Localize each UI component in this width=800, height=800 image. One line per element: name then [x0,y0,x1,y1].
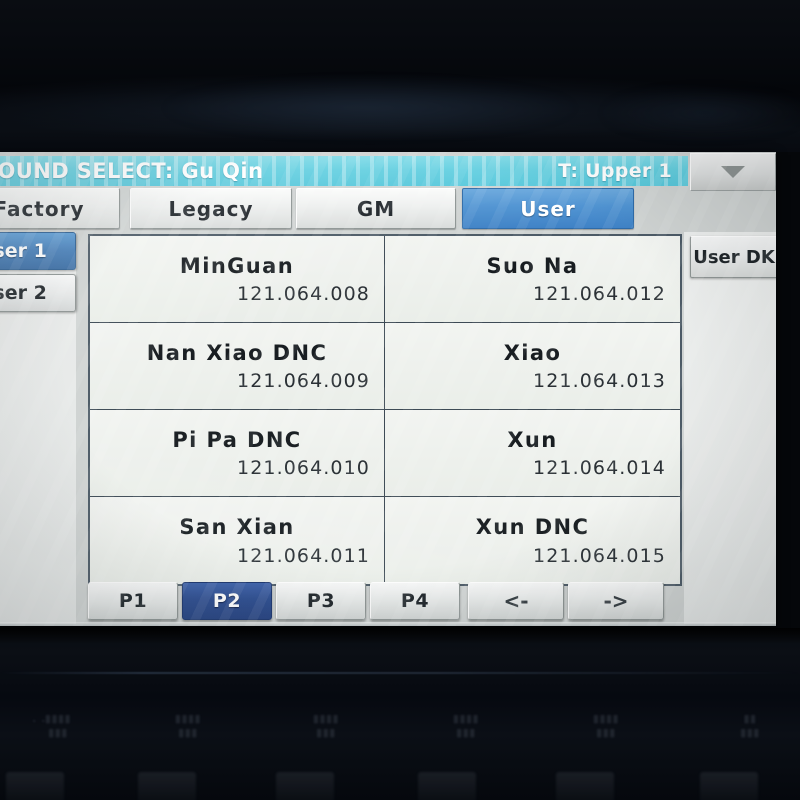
page-button-p2[interactable]: P2 [182,582,272,620]
sound-number: 121.064.009 [237,370,370,393]
part-indicator: T: Upper 1 [558,160,672,182]
tab-legacy[interactable]: Legacy [130,188,292,229]
sound-cell[interactable]: Xun DNC 121.064.015 [385,497,680,584]
sound-number: 121.064.013 [533,370,666,393]
page-button-bar: P1 P2 P3 P4 <- -> [88,580,684,622]
sound-name: MinGuan [179,253,295,278]
sound-cell[interactable]: San Xian 121.064.011 [90,497,385,584]
page-button-p1[interactable]: P1 [88,582,178,620]
chassis-edge-highlight [0,672,800,674]
lcd-bottom-bezel [0,622,776,626]
sound-name: Xun [507,427,558,452]
bank-tab-user-1[interactable]: User 1 [0,232,76,270]
chevron-down-icon [721,166,745,178]
sound-cell[interactable]: Pi Pa DNC 121.064.010 [90,410,385,497]
physical-key [276,772,334,800]
sound-name: San Xian [179,515,295,540]
sound-number: 121.064.008 [237,283,370,306]
physical-key [138,772,196,800]
chassis-reflection-left [160,78,580,138]
sound-number: 121.064.012 [533,283,666,306]
sound-name: Pi Pa DNC [172,427,302,452]
lcd-screen: SOUND SELECT: Gu Qin T: Upper 1 Factory … [0,152,776,626]
sound-name: Nan Xiao DNC [146,340,328,365]
sound-number: 121.064.011 [237,544,370,567]
sound-cell[interactable]: Suo Na 121.064.012 [385,236,680,323]
sound-name: Xun DNC [475,515,590,540]
next-page-button[interactable]: -> [568,582,664,620]
sound-list-grid: MinGuan 121.064.008 Suo Na 121.064.012 N… [88,234,682,586]
previous-page-button[interactable]: <- [468,582,564,620]
title-bar: SOUND SELECT: Gu Qin T: Upper 1 [0,156,688,186]
chassis-reflection-right [600,88,800,138]
chassis-shadow [0,628,800,644]
sound-number: 121.064.015 [533,544,666,567]
sound-name: Xiao [503,340,562,365]
part-dropdown-button[interactable] [690,153,776,191]
sound-cell[interactable]: Xun 121.064.014 [385,410,680,497]
device-photo: SOUND SELECT: Gu Qin T: Upper 1 Factory … [0,0,800,800]
sound-name: Suo Na [486,253,579,278]
right-panel [684,232,776,624]
sound-cell[interactable]: Nan Xiao DNC 121.064.009 [90,323,385,410]
sound-number: 121.064.010 [237,457,370,480]
physical-key [6,772,64,800]
chassis-top [0,0,800,152]
physical-button-labels: . . ▮▮▮▮ ▮▮▮ ▮▮▮▮ ▮▮▮ ▮▮▮▮ ▮▮▮ ▮▮▮▮ ▮▮▮ … [32,712,760,739]
tab-factory[interactable]: Factory [0,188,120,229]
user-dk-button[interactable]: User DK [690,236,776,278]
physical-key [700,772,758,800]
page-button-p3[interactable]: P3 [276,582,366,620]
page-title: SOUND SELECT: Gu Qin [0,159,264,183]
bank-tab-user-2[interactable]: User 2 [0,274,76,312]
tab-gm[interactable]: GM [296,188,456,229]
sound-cell[interactable]: MinGuan 121.064.008 [90,236,385,323]
tab-user[interactable]: User [462,188,634,229]
sound-number: 121.064.014 [533,457,666,480]
page-button-p4[interactable]: P4 [370,582,460,620]
category-tab-row: Factory Legacy GM User [0,188,758,229]
chassis-bottom: . . ▮▮▮▮ ▮▮▮ ▮▮▮▮ ▮▮▮ ▮▮▮▮ ▮▮▮ ▮▮▮▮ ▮▮▮ … [0,628,800,800]
physical-key [556,772,614,800]
physical-key [418,772,476,800]
sound-cell[interactable]: Xiao 121.064.013 [385,323,680,410]
